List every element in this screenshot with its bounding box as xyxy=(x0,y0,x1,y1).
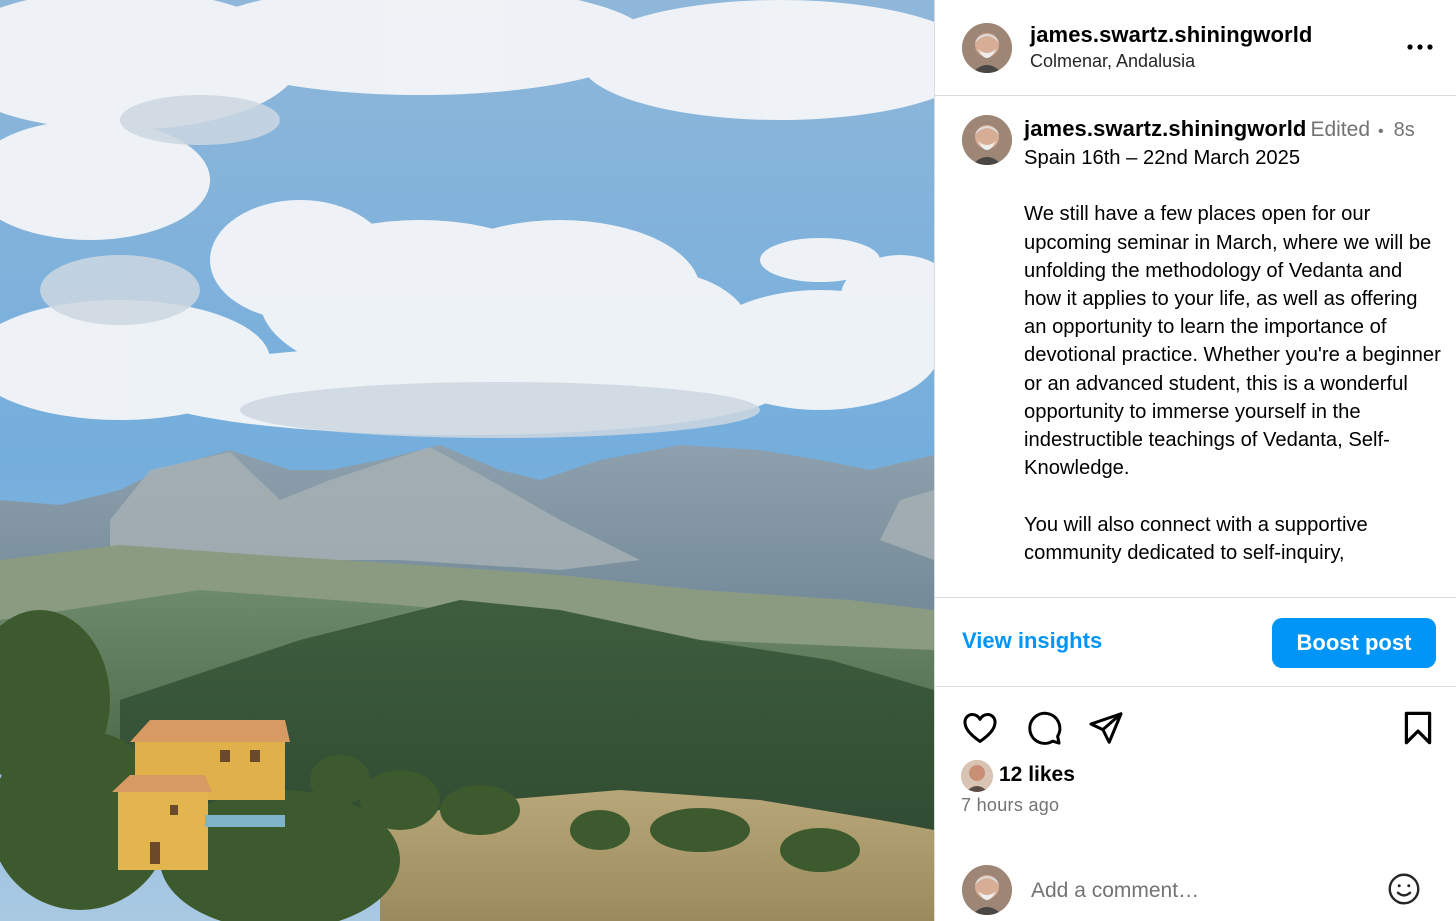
send-icon[interactable] xyxy=(1087,709,1125,747)
header-location[interactable]: Colmenar, Andalusia xyxy=(1030,51,1195,72)
caption-username[interactable]: james.swartz.shiningworld xyxy=(1024,116,1306,141)
post-detail-panel: james.swartz.shiningworld Colmenar, Anda… xyxy=(934,0,1456,921)
insights-bar: View insights Boost post xyxy=(935,597,1456,687)
post-timestamp[interactable]: 7 hours ago xyxy=(961,795,1059,816)
post-caption: james.swartz.shiningworld Edited • 8s Spain… xyxy=(935,97,1456,597)
comment-input[interactable] xyxy=(1031,875,1361,907)
more-horizontal-icon[interactable] xyxy=(1405,34,1435,60)
avatar xyxy=(962,865,1012,915)
liker-photo xyxy=(961,760,993,792)
caption-time: 8s xyxy=(1393,119,1415,141)
landscape-photo xyxy=(0,0,934,921)
caption-meta: james.swartz.shiningworld Edited • 8s xyxy=(1024,116,1415,142)
edited-label: Edited xyxy=(1310,118,1370,141)
view-insights-link[interactable]: View insights xyxy=(962,628,1102,654)
likes-count[interactable]: 12 likes xyxy=(999,763,1075,787)
profile-photo xyxy=(962,115,1012,165)
separator-dot: • xyxy=(1378,123,1384,140)
add-comment-bar xyxy=(935,845,1456,921)
header-username[interactable]: james.swartz.shiningworld xyxy=(1030,22,1312,48)
boost-post-button[interactable]: Boost post xyxy=(1272,618,1436,668)
avatar[interactable] xyxy=(962,115,1012,165)
comment-icon[interactable] xyxy=(1025,709,1063,747)
liker-avatar xyxy=(961,760,993,792)
heart-icon[interactable] xyxy=(961,709,999,747)
bookmark-icon[interactable] xyxy=(1401,709,1435,747)
caption-text: Spain 16th – 22nd March 2025 We still ha… xyxy=(1024,147,1441,564)
profile-photo xyxy=(962,865,1012,915)
avatar[interactable] xyxy=(962,23,1012,73)
post-photo[interactable] xyxy=(0,0,934,921)
profile-photo xyxy=(962,23,1012,73)
post-header: james.swartz.shiningworld Colmenar, Anda… xyxy=(935,0,1456,96)
smiley-icon[interactable] xyxy=(1386,871,1422,907)
